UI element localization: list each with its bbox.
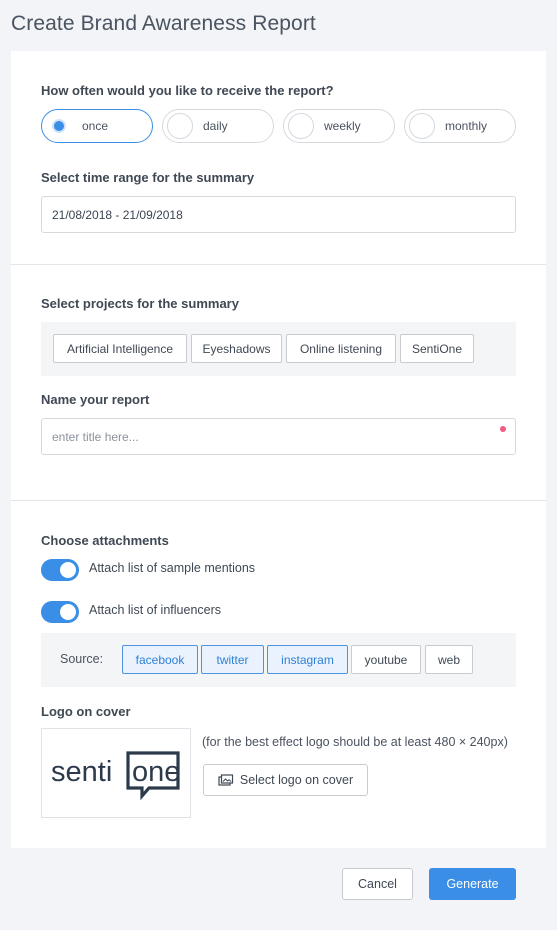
report-name-label: Name your report (41, 392, 150, 407)
required-indicator-icon (500, 426, 506, 432)
projects-container: Artificial Intelligence Eyeshadows Onlin… (41, 322, 516, 376)
form-footer: Cancel Generate (11, 848, 546, 921)
report-name-input[interactable]: enter title here... (41, 418, 516, 455)
frequency-option-once[interactable]: once (41, 109, 153, 143)
project-chip-sentione[interactable]: SentiOne (400, 334, 474, 363)
logo-text-right: one (132, 756, 180, 788)
toggle-influencers[interactable] (41, 601, 79, 623)
frequency-option-label: weekly (324, 119, 361, 133)
project-chip-online-listening[interactable]: Online listening (286, 334, 396, 363)
toggle-influencers-label: Attach list of influencers (89, 603, 222, 617)
sentione-logo: senti one (51, 751, 180, 801)
logo-hint: (for the best effect logo should be at l… (202, 735, 508, 749)
logo-text-left: senti (51, 756, 112, 788)
toggle-knob (60, 562, 76, 578)
select-logo-button[interactable]: Select logo on cover (203, 764, 368, 796)
section-divider (11, 264, 546, 265)
project-chip-artificial-intelligence[interactable]: Artificial Intelligence (53, 334, 187, 363)
source-chip-facebook[interactable]: facebook (122, 645, 198, 674)
select-logo-label: Select logo on cover (239, 773, 354, 787)
source-chip-twitter[interactable]: twitter (201, 645, 264, 674)
sources-container: Source: facebook twitter instagram youtu… (41, 633, 516, 687)
toggle-knob (60, 604, 76, 620)
source-chip-web[interactable]: web (425, 645, 473, 674)
source-chip-instagram[interactable]: instagram (267, 645, 348, 674)
image-upload-icon (218, 773, 233, 786)
attachments-label: Choose attachments (41, 533, 169, 548)
logo-preview: senti one (41, 728, 191, 818)
source-label: Source: (60, 652, 104, 666)
time-range-input[interactable]: 21/08/2018 - 21/09/2018 (41, 196, 516, 233)
frequency-option-label: monthly (445, 119, 488, 133)
report-form: How often would you like to receive the … (11, 51, 546, 921)
frequency-label: How often would you like to receive the … (41, 83, 334, 98)
logo-label: Logo on cover (41, 704, 131, 719)
toggle-sample-mentions[interactable] (41, 559, 79, 581)
frequency-option-monthly[interactable]: monthly (404, 109, 516, 143)
project-chip-eyeshadows[interactable]: Eyeshadows (191, 334, 282, 363)
frequency-option-label: daily (203, 119, 228, 133)
page-title: Create Brand Awareness Report (11, 12, 316, 35)
frequency-option-weekly[interactable]: weekly (283, 109, 395, 143)
time-range-label: Select time range for the summary (41, 170, 255, 185)
projects-label: Select projects for the summary (41, 296, 239, 311)
generate-button[interactable]: Generate (429, 868, 516, 900)
toggle-sample-mentions-label: Attach list of sample mentions (89, 561, 256, 575)
radio-empty-icon (167, 113, 193, 139)
cancel-button[interactable]: Cancel (342, 868, 413, 900)
source-chip-youtube[interactable]: youtube (351, 645, 421, 674)
radio-selected-icon (46, 113, 72, 139)
frequency-option-label: once (82, 119, 109, 133)
radio-empty-icon (288, 113, 314, 139)
frequency-option-daily[interactable]: daily (162, 109, 274, 143)
radio-empty-icon (409, 113, 435, 139)
section-divider (11, 500, 546, 501)
